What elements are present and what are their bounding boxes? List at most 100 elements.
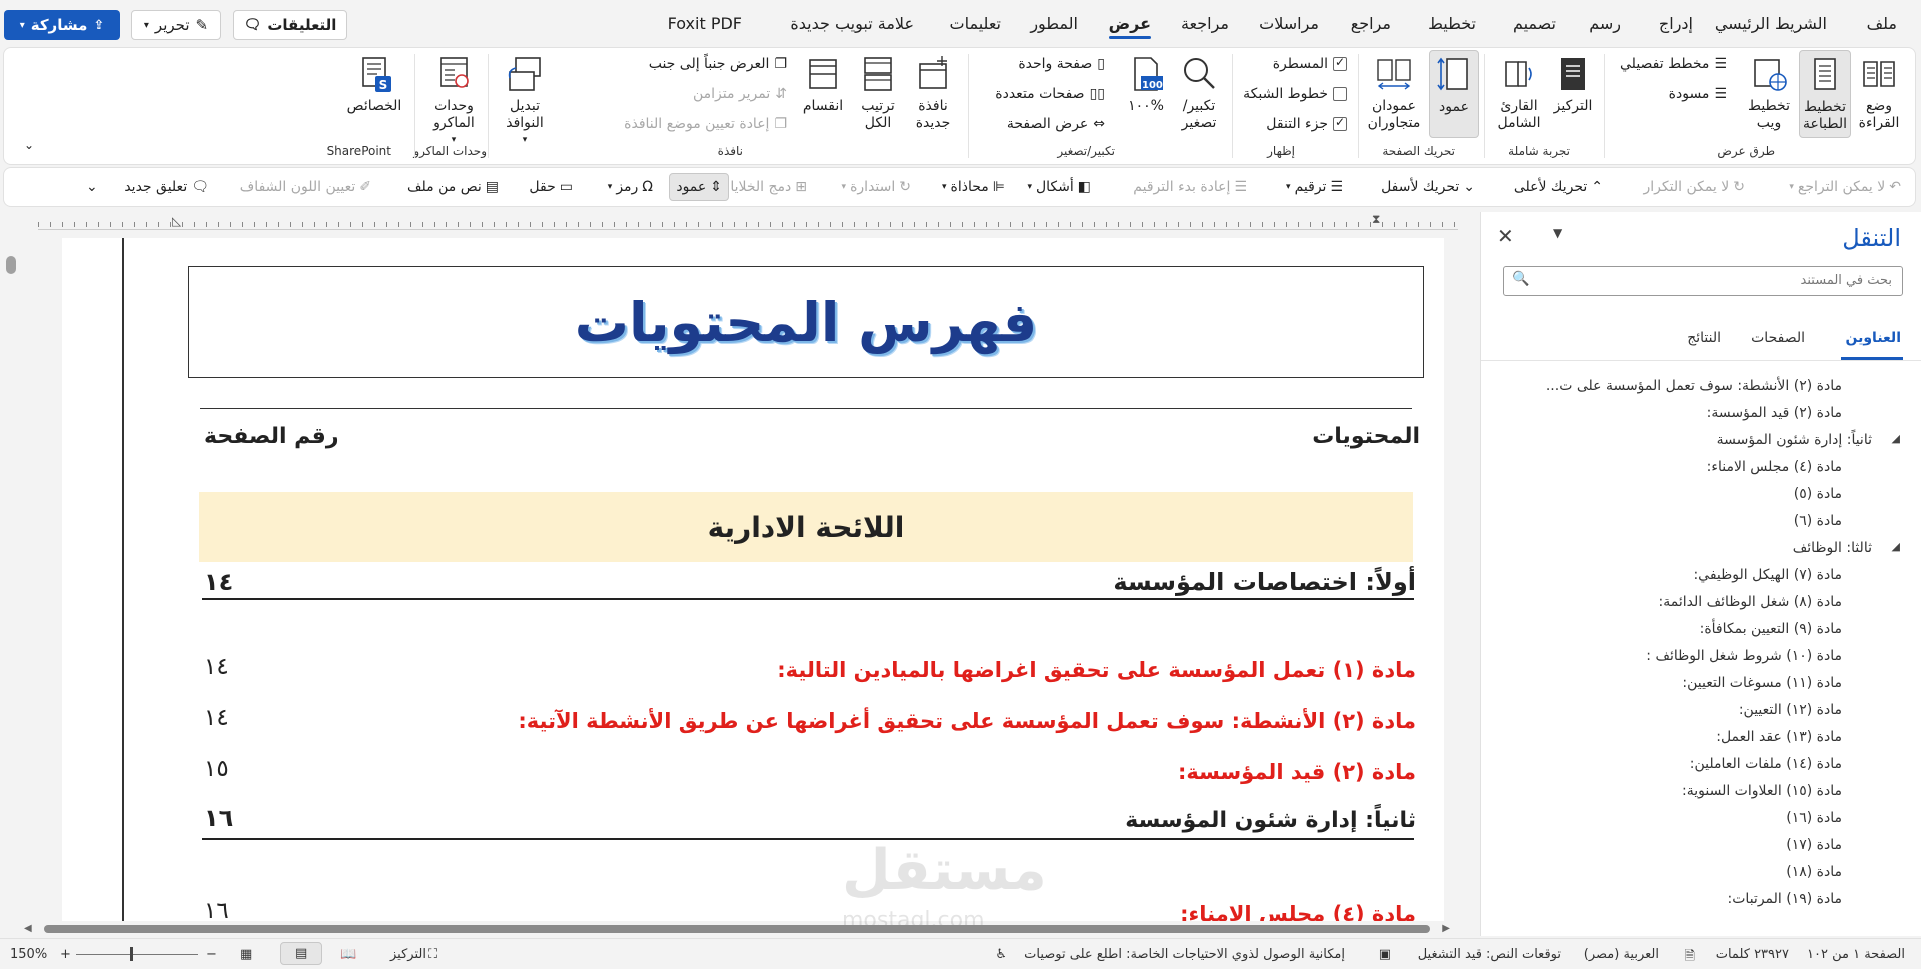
shapes-button[interactable]: ◧ أشكال ▾	[1027, 179, 1091, 195]
navigation-pane-checkbox[interactable]: جزء التنقل	[1266, 115, 1347, 132]
outline-button[interactable]: ☰ مخطط تفصيلي	[1620, 56, 1727, 72]
nav-heading-item[interactable]: مادة (٩) التعيين بمكافأة:	[1700, 621, 1842, 637]
move-up-button[interactable]: ⌃ تحريك لأعلى	[1514, 179, 1603, 195]
nav-heading-item[interactable]: ثانياً: إدارة شئون المؤسسة	[1717, 432, 1872, 448]
nav-heading-item[interactable]: مادة (١٧)	[1786, 837, 1842, 853]
horizontal-scrollbar[interactable]: ◀ ▶	[24, 922, 1450, 936]
page-count-status[interactable]: الصفحة ١ من ١٠٢	[1807, 947, 1905, 962]
ruler-indent-marker-icon[interactable]: ⧗	[1372, 212, 1380, 227]
symbol-button[interactable]: Ω رمز ▾	[608, 179, 653, 195]
vertical-page-movement-button[interactable]: عمود	[1429, 50, 1479, 138]
tab-mailings[interactable]: مراسلات	[1259, 14, 1319, 33]
zoom-slider-thumb[interactable]	[130, 947, 133, 961]
nav-heading-item[interactable]: مادة (٢) قيد المؤسسة:	[1707, 405, 1842, 421]
field-button[interactable]: ▭ حقل	[529, 179, 573, 195]
nav-tab-pages[interactable]: الصفحات	[1751, 330, 1805, 346]
nav-tab-results[interactable]: النتائج	[1687, 330, 1721, 346]
rotate-button[interactable]: ↻ استدارة ▾	[842, 179, 911, 195]
focus-button[interactable]: التركيز	[1549, 54, 1597, 115]
print-layout-button[interactable]: تخطيط الطباعة	[1799, 50, 1851, 138]
set-transparent-color-button[interactable]: ✐ تعيين اللون الشفاف	[240, 179, 371, 195]
tab-insert[interactable]: إدراج	[1659, 14, 1693, 33]
reset-window-position-button[interactable]: ❐ إعادة تعيين موضع النافذة	[624, 116, 787, 132]
collapse-ribbon-chevron-icon[interactable]: ⌄	[24, 138, 34, 152]
tab-help[interactable]: تعليمات	[950, 14, 1001, 33]
synchronous-scrolling-button[interactable]: ⇵ تمرير متزامن	[693, 86, 787, 102]
draft-button[interactable]: ☰ مسودة	[1669, 86, 1727, 102]
read-mode-button[interactable]: وضع القراءة	[1853, 54, 1905, 132]
tab-design[interactable]: تصميم	[1513, 14, 1556, 33]
scroll-left-icon[interactable]: ◀	[24, 923, 32, 934]
proofing-icon[interactable]: 🗎	[1685, 947, 1695, 969]
zoom-out-icon[interactable]: −	[206, 947, 217, 962]
focus-icon[interactable]: ⛶	[428, 947, 437, 962]
text-from-file-button[interactable]: ▤ نص من ملف	[407, 179, 499, 195]
one-page-button[interactable]: ▯ صفحة واحدة	[1018, 56, 1105, 72]
tab-view[interactable]: عرض	[1108, 14, 1152, 39]
close-icon[interactable]: ✕	[1497, 224, 1514, 248]
accessibility-status[interactable]: إمكانية الوصول لذوي الاحتياجات الخاصة: ا…	[1024, 947, 1345, 962]
redo-button[interactable]: ↻ لا يمكن التكرار	[1644, 179, 1745, 195]
scroll-right-icon[interactable]: ▶	[1442, 923, 1450, 934]
toc-entry-article[interactable]: مادة (٢) قيد المؤسسة:	[1178, 760, 1416, 784]
tab-home[interactable]: الشريط الرئيسي	[1715, 14, 1827, 33]
nav-heading-item[interactable]: مادة (٢) الأنشطة: سوف تعمل المؤسسة على ت…	[1546, 378, 1842, 394]
nav-heading-item[interactable]: مادة (٤) مجلس الامناء:	[1707, 459, 1842, 475]
share-button[interactable]: ▾ مشاركة ⇪	[4, 10, 120, 40]
multiple-pages-button[interactable]: ▯▯ صفحات متعددة	[995, 86, 1105, 102]
read-mode-view-icon[interactable]: 📖	[340, 947, 356, 962]
column-button[interactable]: ⇕ عمود	[669, 173, 729, 201]
nav-heading-item[interactable]: مادة (١٨)	[1786, 864, 1842, 880]
toc-entry-heading[interactable]: أولاً: اختصاصات المؤسسة	[1113, 568, 1416, 596]
nav-heading-item[interactable]: مادة (١٢) التعيين:	[1739, 702, 1842, 718]
nav-heading-item[interactable]: مادة (١٤) ملفات العاملين:	[1690, 756, 1842, 772]
comments-button[interactable]: 🗨 التعليقات	[233, 10, 347, 40]
text-predictions-status[interactable]: توقعات النص: قيد التشغيل	[1418, 947, 1561, 962]
nav-heading-item[interactable]: مادة (٥)	[1794, 486, 1842, 502]
new-comment-button[interactable]: 🗨 تعليق جديد	[124, 179, 209, 195]
side-to-side-button[interactable]: عمودان متجاوران	[1365, 54, 1423, 132]
language-status[interactable]: العربية (مصر)	[1584, 947, 1659, 962]
switch-windows-button[interactable]: تبديل النوافذ ▾	[497, 54, 553, 149]
properties-button[interactable]: S الخصائص	[345, 54, 403, 115]
move-down-button[interactable]: ⌄ تحريك لأسفل	[1381, 179, 1475, 195]
tab-draw[interactable]: رسم	[1589, 14, 1621, 33]
ruler-indent-marker-icon[interactable]: ◺	[172, 214, 181, 228]
toc-entry-article[interactable]: مادة (٤) مجلس الامناء:	[1180, 902, 1416, 921]
focus-mode-status[interactable]: التركيز	[390, 947, 426, 962]
page-width-button[interactable]: ⇔ عرض الصفحة	[1007, 116, 1105, 132]
word-count-status[interactable]: ٢٣٩٢٧ كلمات	[1716, 947, 1789, 962]
chevron-down-icon[interactable]: ▼	[1553, 226, 1562, 240]
collapse-triangle-icon[interactable]: ◢	[1892, 540, 1900, 553]
vertical-scrollbar[interactable]	[6, 234, 16, 934]
editing-mode-button[interactable]: ▾ تحرير ✎	[131, 10, 221, 40]
document-page[interactable]: فهرس المحتويات المحتويات رقم الصفحة اللا…	[62, 238, 1444, 933]
horizontal-scroll-thumb[interactable]	[44, 925, 1430, 933]
tab-new-tab[interactable]: علامة تبويب جديدة	[790, 14, 914, 33]
new-window-button[interactable]: نافذة جديدة	[907, 54, 959, 132]
web-layout-button[interactable]: تخطيط ويب	[1743, 54, 1795, 132]
ruler-checkbox[interactable]: المسطرة	[1273, 55, 1347, 72]
zoom-level[interactable]: 150%	[10, 947, 47, 962]
zoom-slider[interactable]	[76, 947, 198, 961]
nav-heading-item[interactable]: مادة (١٣) عقد العمل:	[1716, 729, 1842, 745]
immersive-reader-button[interactable]: القارئ الشامل	[1493, 54, 1545, 132]
horizontal-ruler[interactable]	[38, 216, 1458, 230]
tab-layout[interactable]: تخطيط	[1428, 14, 1476, 33]
toc-entry-article[interactable]: مادة (١) تعمل المؤسسة على تحقيق اغراضها …	[777, 658, 1416, 682]
nav-heading-item[interactable]: مادة (٨) شغل الوظائف الدائمة:	[1659, 594, 1842, 610]
vertical-scroll-thumb[interactable]	[6, 256, 16, 274]
tab-references[interactable]: مراجع	[1351, 14, 1391, 33]
customize-toolbar-chevron-icon[interactable]: ⌄	[86, 179, 98, 195]
nav-heading-item[interactable]: مادة (١٥) العلاوات السنوية:	[1682, 783, 1842, 799]
print-layout-view-icon[interactable]: ▤	[280, 942, 323, 965]
macros-button[interactable]: وحدات الماكرو ▾	[425, 54, 483, 149]
tab-file[interactable]: ملف	[1867, 14, 1897, 33]
web-layout-view-icon[interactable]: ▦	[240, 947, 252, 962]
split-button[interactable]: انقسام	[797, 54, 849, 115]
zoom-100-button[interactable]: 100 ١٠٠%	[1123, 54, 1169, 115]
toc-entry-heading[interactable]: ثانياً: إدارة شئون المؤسسة	[1125, 808, 1416, 833]
nav-tab-headings[interactable]: العناوين	[1846, 330, 1902, 346]
nav-heading-item[interactable]: مادة (١٦)	[1786, 810, 1842, 826]
nav-heading-item[interactable]: مادة (٦)	[1794, 513, 1842, 529]
